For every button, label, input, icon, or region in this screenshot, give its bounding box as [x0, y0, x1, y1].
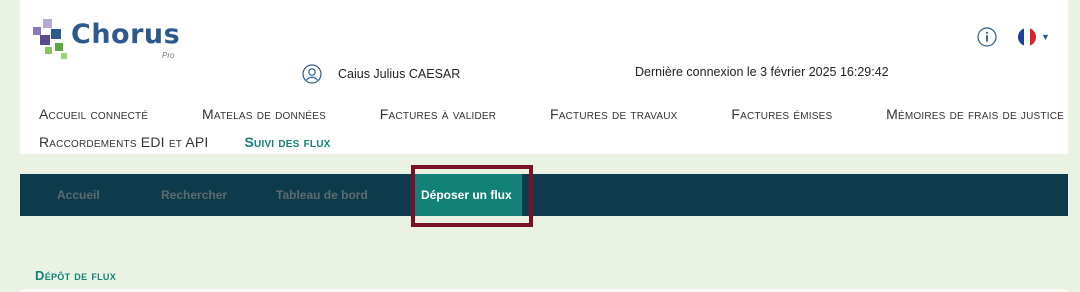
header: Chorus Pro Caius Julius CAESAR Dernière …: [20, 0, 1068, 154]
nav-factures-a-valider[interactable]: Factures à valider: [380, 106, 496, 122]
nav-factures-emises[interactable]: Factures émises: [731, 106, 832, 122]
last-connection: Dernière connexion le 3 février 2025 16:…: [635, 65, 889, 79]
nav-matelas-de-donnees[interactable]: Matelas de données: [202, 106, 326, 122]
nav-accueil-connecte[interactable]: Accueil connecté: [39, 106, 148, 122]
logo-text: Chorus: [71, 19, 181, 50]
language-selector[interactable]: ▼: [1018, 27, 1050, 47]
section-title: Dépôt de flux: [35, 268, 117, 283]
user-name: Caius Julius CAESAR: [338, 67, 461, 81]
logo-mark-icon: [33, 19, 67, 59]
main-nav: Accueil connecté Matelas de données Fact…: [39, 105, 1064, 151]
nav-factures-de-travaux[interactable]: Factures de travaux: [550, 106, 678, 122]
highlight-box: [411, 165, 533, 227]
nav-memoires-frais-justice[interactable]: Mémoires de frais de justice: [886, 106, 1064, 122]
subnav-rechercher[interactable]: Rechercher: [161, 174, 227, 216]
french-flag-icon: [1018, 28, 1036, 46]
user-info: Caius Julius CAESAR: [302, 64, 460, 84]
user-icon: [302, 64, 322, 84]
subnav-tableau-de-bord[interactable]: Tableau de bord: [276, 174, 368, 216]
sub-nav: Accueil Rechercher Tableau de bord Dépos…: [20, 174, 1068, 216]
logo-subtitle: Pro: [162, 51, 175, 60]
chorus-logo[interactable]: Chorus Pro: [31, 17, 191, 62]
caret-down-icon: ▼: [1041, 32, 1050, 42]
subnav-accueil[interactable]: Accueil: [57, 174, 100, 216]
nav-suivi-des-flux[interactable]: Suivi des flux: [245, 134, 331, 150]
nav-raccordements-edi-api[interactable]: Raccordements EDI et API: [39, 134, 209, 150]
info-icon[interactable]: [977, 27, 997, 47]
